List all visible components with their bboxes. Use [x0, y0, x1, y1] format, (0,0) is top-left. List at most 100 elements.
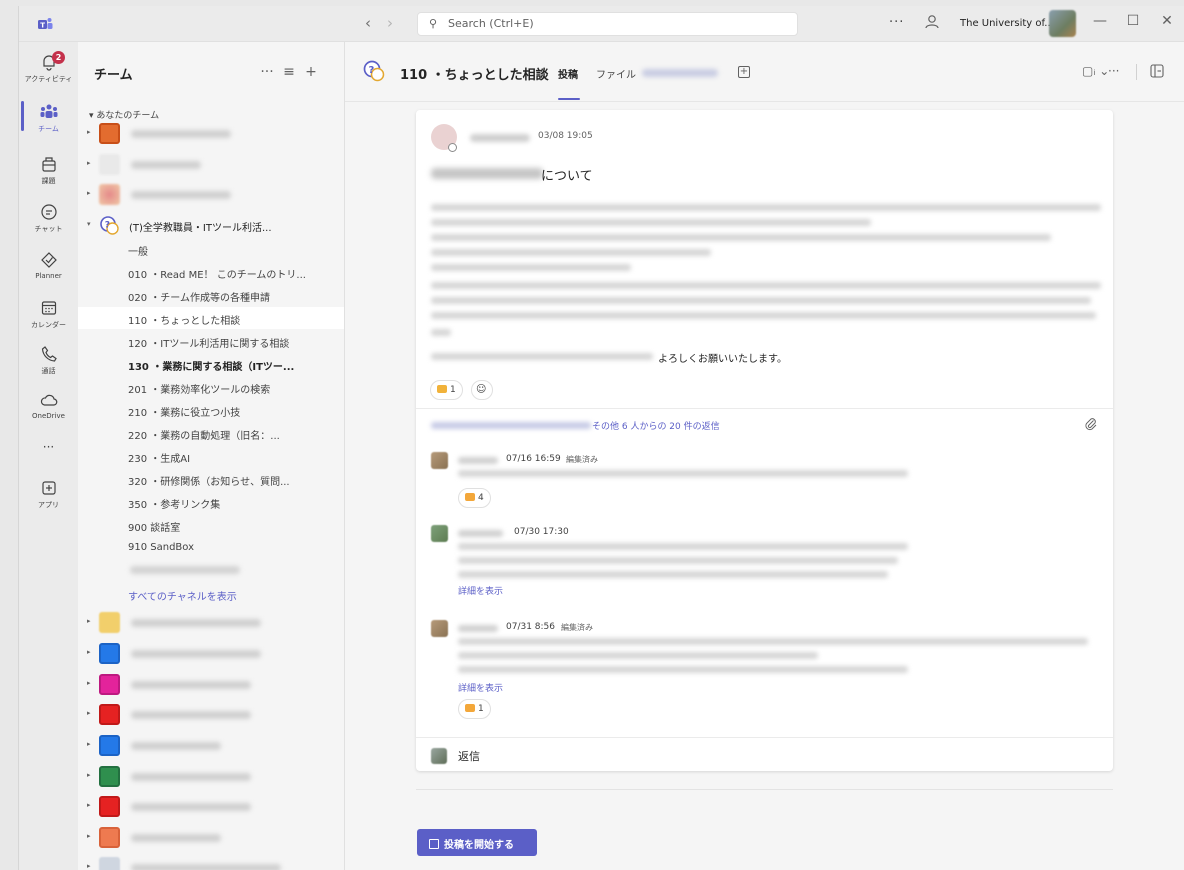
channel-item[interactable]: 900 談話室 [78, 514, 344, 536]
expand-icon: ▸ [87, 617, 91, 625]
emoji-add-icon: ☺ [476, 384, 487, 395]
team-avatar [99, 827, 120, 848]
filter-button[interactable]: ≡ [278, 64, 300, 80]
team-item[interactable]: ▸ [87, 642, 337, 667]
rail-item-activity[interactable]: 2 アクティビティ [19, 51, 78, 84]
post-timestamp: 03/08 19:05 [538, 131, 593, 141]
team-item[interactable]: ▸ [87, 703, 337, 728]
show-more-link[interactable]: 詳細を表示 [458, 584, 503, 597]
rail-item-calendar[interactable]: カレンダー [19, 298, 78, 330]
organization-name[interactable]: The University of... [960, 18, 1054, 29]
channel-item[interactable]: 320 ・研修関係（お知らせ、質問... [78, 468, 344, 490]
rail-item-more[interactable]: ··· [19, 440, 78, 454]
back-button[interactable]: ‹ [357, 14, 379, 32]
team-name-redacted [131, 864, 281, 870]
replies-summary-link[interactable]: その他 6 人からの 20 件の返信 [592, 419, 720, 432]
profile-avatar[interactable] [1049, 10, 1076, 37]
paperclip-icon[interactable] [1084, 417, 1098, 431]
tab-posts[interactable]: 投稿 [558, 66, 578, 81]
reply-author-redacted[interactable] [458, 530, 503, 537]
rail-item-apps[interactable]: アプリ [19, 478, 78, 510]
channel-item[interactable]: 010 ・Read ME！ このチームのトリ... [78, 261, 344, 283]
team-item[interactable]: ▸ [87, 122, 337, 147]
body-line-redacted [431, 297, 1091, 304]
maximize-button[interactable]: ☐ [1123, 13, 1143, 29]
rail-item-calls[interactable]: 通話 [19, 344, 78, 376]
presence-status-icon [448, 143, 457, 152]
channel-item[interactable]: 020 ・チーム作成等の各種申請 [78, 284, 344, 306]
reply-button-label: 返信 [458, 750, 480, 763]
reply-author-redacted[interactable] [458, 457, 498, 464]
team-item[interactable]: ▸ [87, 795, 337, 820]
add-team-button[interactable]: + [300, 64, 322, 80]
team-name-redacted [131, 742, 221, 750]
reaction-pill[interactable]: 4 [458, 488, 491, 508]
team-item-expanded[interactable]: ▾ ? (T)全学教職員・ITツール利活... [87, 214, 337, 239]
channel-item-selected[interactable]: 110 ・ちょっとした相談 [78, 307, 344, 329]
start-post-button[interactable]: 投稿を開始する [417, 829, 537, 856]
channel-item-unread[interactable]: 130 ・業務に関する相談（ITツー... [78, 353, 344, 375]
team-item[interactable]: ▸ [87, 826, 337, 851]
tab-redacted[interactable] [642, 69, 718, 77]
planner-icon [40, 252, 57, 268]
rail-label: チーム [38, 125, 59, 133]
add-reaction-button[interactable]: ☺ [471, 380, 493, 400]
expand-icon: ▸ [87, 189, 91, 197]
team-item[interactable]: ▸ [87, 183, 337, 208]
show-all-channels-link[interactable]: すべてのチャネルを表示 [78, 583, 344, 605]
author-avatar[interactable] [431, 124, 457, 152]
close-button[interactable]: ✕ [1157, 13, 1177, 29]
channel-more-button[interactable]: ··· [1108, 64, 1119, 78]
channel-item[interactable]: 910 SandBox [78, 537, 344, 559]
team-item[interactable]: ▸ [87, 734, 337, 759]
expand-icon: ▸ [87, 740, 91, 748]
channel-item[interactable]: 220 ・業務の自動処理（旧名：... [78, 422, 344, 444]
body-line-redacted [431, 204, 1101, 211]
reply-avatar[interactable] [431, 452, 448, 469]
channel-general[interactable]: 一般 [78, 238, 344, 260]
channel-item[interactable]: 210 ・業務に役立つ小技 [78, 399, 344, 421]
repliers-redacted[interactable] [431, 422, 591, 429]
team-item[interactable]: ▸ [87, 611, 337, 636]
rail-item-assignments[interactable]: 課題 [19, 154, 78, 186]
settings-more-button[interactable]: ··· [889, 15, 904, 30]
rail-item-teams[interactable]: チーム [19, 102, 78, 134]
channel-item[interactable]: 120 ・ITツール利活用に関する相談 [78, 330, 344, 352]
teams-icon [40, 104, 57, 118]
channel-item-redacted[interactable] [130, 566, 240, 574]
people-icon[interactable] [923, 13, 941, 31]
reply-avatar[interactable] [431, 525, 448, 542]
team-item[interactable]: ▸ [87, 153, 337, 178]
channel-item[interactable]: 201 ・業務効率化ツールの検索 [78, 376, 344, 398]
show-more-link[interactable]: 詳細を表示 [458, 681, 503, 694]
reaction-pill[interactable]: 1 [430, 380, 463, 400]
team-item[interactable]: ▸ [87, 765, 337, 790]
meet-button[interactable]: ▢ᵢ ⌄ [1082, 64, 1109, 78]
reply-avatar[interactable] [431, 620, 448, 637]
rail-item-planner[interactable]: Planner [19, 250, 78, 280]
channel-item[interactable]: 350 ・参考リンク集 [78, 491, 344, 513]
author-name-redacted[interactable] [470, 134, 530, 142]
reply-bar[interactable]: 返信 [416, 737, 1113, 771]
add-tab-button[interactable]: + [738, 66, 750, 78]
rail-item-onedrive[interactable]: OneDrive [19, 390, 78, 420]
your-teams-header[interactable]: ▾ あなたのチーム [89, 108, 159, 121]
reply-author-redacted[interactable] [458, 625, 498, 632]
tab-files[interactable]: ファイル [596, 66, 636, 81]
channel-title: 110 ・ちょっとした相談 [400, 68, 549, 83]
start-post-label: 投稿を開始する [444, 840, 514, 851]
body-line-redacted [431, 353, 653, 360]
reaction-pill[interactable]: 1 [458, 699, 491, 719]
more-options-button[interactable]: ··· [256, 64, 278, 80]
rail-item-chat[interactable]: チャット [19, 202, 78, 234]
teams-sidebar: チーム ··· ≡ + ▾ あなたのチーム ▸ ▸ ▸ ▾ ? (T)全学教職員・I… [78, 42, 345, 870]
team-item[interactable]: ▸ [87, 673, 337, 698]
minimize-button[interactable]: — [1090, 13, 1110, 29]
search-input[interactable]: ⚲ Search (Ctrl+E) [417, 12, 798, 36]
forward-button[interactable]: › [379, 14, 401, 32]
team-item[interactable]: ▸ [87, 856, 337, 870]
channel-item[interactable]: 230 ・生成AI [78, 445, 344, 467]
channel-info-icon[interactable] [1150, 64, 1164, 78]
title-bar: T ‹ › ⚲ Search (Ctrl+E) ··· The Universit… [19, 6, 1184, 42]
apps-icon [41, 481, 56, 495]
